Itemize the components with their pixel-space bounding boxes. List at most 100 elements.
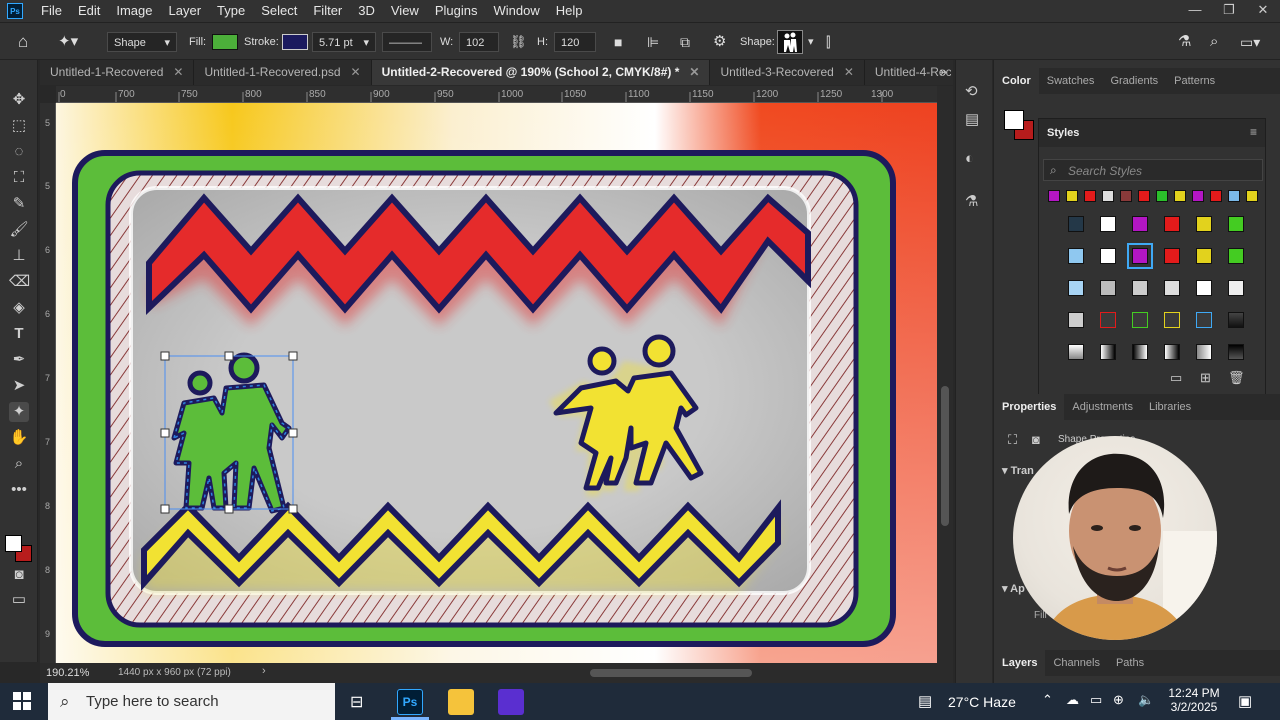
search-icon[interactable]: ⌕ (1210, 32, 1218, 52)
tab-untitled-3[interactable]: Untitled-3-Recovered ✕ (710, 60, 865, 85)
link-icon[interactable]: ⛓ (510, 32, 527, 52)
style-swatch[interactable] (1100, 312, 1116, 328)
style-swatch[interactable] (1068, 344, 1084, 360)
pen-tool-icon[interactable]: ✒ (9, 350, 29, 370)
custom-shape-tool-icon[interactable]: ✦▾ (58, 32, 78, 52)
more-tabs-icon[interactable]: » (940, 64, 947, 79)
task-view-icon[interactable]: ⊟ (350, 692, 363, 712)
menu-file[interactable]: File (33, 0, 70, 22)
style-swatch[interactable] (1196, 312, 1212, 328)
battery-icon[interactable]: ▭ (1090, 692, 1102, 708)
style-swatch[interactable] (1068, 248, 1084, 264)
style-swatch[interactable] (1210, 190, 1222, 202)
document-canvas[interactable] (56, 103, 937, 663)
vertical-scrollbar[interactable] (937, 86, 953, 663)
path-select-tool-icon[interactable]: ➤ (9, 376, 29, 396)
tab-untitled-1-psd[interactable]: Untitled-1-Recovered.psd ✕ (194, 60, 372, 85)
paint-bucket-tool-icon[interactable]: ◈ (9, 298, 29, 318)
style-swatch[interactable] (1068, 312, 1084, 328)
style-swatch[interactable] (1228, 280, 1244, 296)
flask-icon[interactable]: ⚗ (965, 192, 978, 210)
network-icon[interactable]: ⊕ (1113, 692, 1124, 708)
hand-tool-icon[interactable]: ✋ (9, 428, 29, 448)
stroke-width-input[interactable]: 5.71 pt ▾ (312, 32, 376, 52)
new-group-icon[interactable]: ▭ (1170, 370, 1182, 386)
path-alignment-icon[interactable]: ⊫ (647, 32, 659, 52)
transform-section[interactable]: ▾ Tran (1002, 464, 1034, 477)
menu-view[interactable]: View (383, 0, 427, 22)
styles-search-field[interactable]: ⌕ Search Styles (1043, 159, 1263, 181)
shape-picker-chevron-icon[interactable]: ▾ (808, 32, 814, 52)
foreground-color-swatch[interactable] (5, 535, 22, 552)
menu-filter[interactable]: Filter (305, 0, 350, 22)
style-swatch[interactable] (1228, 190, 1240, 202)
tab-adjustments[interactable]: Adjustments (1064, 394, 1141, 420)
status-menu-icon[interactable]: › (262, 665, 266, 677)
style-swatch[interactable] (1196, 216, 1212, 232)
close-icon[interactable]: ✕ (1246, 0, 1280, 20)
menu-layer[interactable]: Layer (161, 0, 210, 22)
cloud-icon[interactable]: ☁ (1066, 692, 1079, 708)
eraser-tool-icon[interactable]: ⌫ (9, 272, 30, 292)
style-swatch[interactable] (1102, 190, 1114, 202)
notifications-icon[interactable]: ▣ (1238, 692, 1252, 710)
tool-mode-select[interactable]: Shape ▾ (107, 32, 177, 52)
zoom-level[interactable]: 190.21% (46, 667, 89, 679)
style-swatch[interactable] (1164, 344, 1180, 360)
windows-start-icon[interactable] (13, 692, 31, 710)
marquee-tool-icon[interactable]: ⬚ (9, 116, 29, 136)
minimize-icon[interactable]: — (1178, 0, 1212, 20)
actions-icon[interactable]: ◐ (965, 150, 974, 167)
style-swatch[interactable] (1228, 216, 1244, 232)
fill-swatch[interactable] (212, 34, 238, 50)
style-swatch[interactable] (1164, 312, 1180, 328)
menu-plugins[interactable]: Plugins (427, 0, 486, 22)
photoshop-taskbar-icon[interactable]: Ps (397, 689, 423, 715)
type-tool-icon[interactable]: T (9, 324, 29, 344)
tab-patterns[interactable]: Patterns (1166, 68, 1223, 94)
home-icon[interactable]: ⌂ (18, 32, 28, 52)
artwork[interactable] (56, 103, 937, 663)
scroll-thumb[interactable] (941, 386, 949, 526)
workspace-icon[interactable]: ▭▾ (1240, 32, 1260, 52)
menu-select[interactable]: Select (253, 0, 305, 22)
panel-foreground-swatch[interactable] (1004, 110, 1024, 130)
quick-mask-icon[interactable]: ◙ (9, 565, 29, 585)
object-select-tool-icon[interactable]: ⛶ (9, 168, 29, 188)
tab-untitled-1[interactable]: Untitled-1-Recovered ✕ (40, 60, 195, 85)
style-swatch[interactable] (1132, 312, 1148, 328)
style-swatch-selected[interactable] (1127, 243, 1153, 269)
weather-icon[interactable]: ▤ (918, 692, 932, 710)
style-swatch[interactable] (1068, 280, 1084, 296)
menu-image[interactable]: Image (108, 0, 160, 22)
style-swatch[interactable] (1192, 190, 1204, 202)
custom-shape-tool-icon[interactable]: ✦ (9, 402, 29, 422)
style-swatch[interactable] (1174, 190, 1186, 202)
tab-paths[interactable]: Paths (1108, 650, 1152, 676)
style-swatch[interactable] (1228, 312, 1244, 328)
path-arrangement-icon[interactable]: ⧉ (680, 32, 690, 52)
menu-help[interactable]: Help (548, 0, 591, 22)
style-swatch[interactable] (1164, 248, 1180, 264)
clock[interactable]: 12:24 PM 3/2/2025 (1166, 686, 1222, 714)
style-swatch[interactable] (1196, 280, 1212, 296)
screen-mode-icon[interactable]: ▭ (9, 590, 29, 610)
menu-type[interactable]: Type (209, 0, 253, 22)
gear-icon[interactable]: ⚙ (713, 32, 726, 52)
style-swatch[interactable] (1164, 216, 1180, 232)
video-app-icon[interactable] (498, 689, 524, 715)
style-swatch[interactable] (1100, 216, 1116, 232)
lasso-tool-icon[interactable]: ◌ (9, 142, 29, 162)
panel-menu-icon[interactable]: ≡ (1250, 125, 1257, 139)
shape-picker[interactable] (777, 30, 803, 54)
height-input[interactable]: 120 px (554, 32, 596, 69)
tab-gradients[interactable]: Gradients (1102, 68, 1166, 94)
style-swatch[interactable] (1132, 344, 1148, 360)
stroke-type-select[interactable]: ———▾ (382, 32, 432, 69)
style-swatch[interactable] (1138, 190, 1150, 202)
style-swatch[interactable] (1100, 344, 1116, 360)
taskbar-search-box[interactable]: ⌕ Type here to search (48, 683, 335, 720)
close-tab-icon[interactable]: ✕ (844, 65, 854, 79)
zoom-tool-icon[interactable]: ⌕ (9, 454, 29, 474)
style-swatch[interactable] (1100, 248, 1116, 264)
